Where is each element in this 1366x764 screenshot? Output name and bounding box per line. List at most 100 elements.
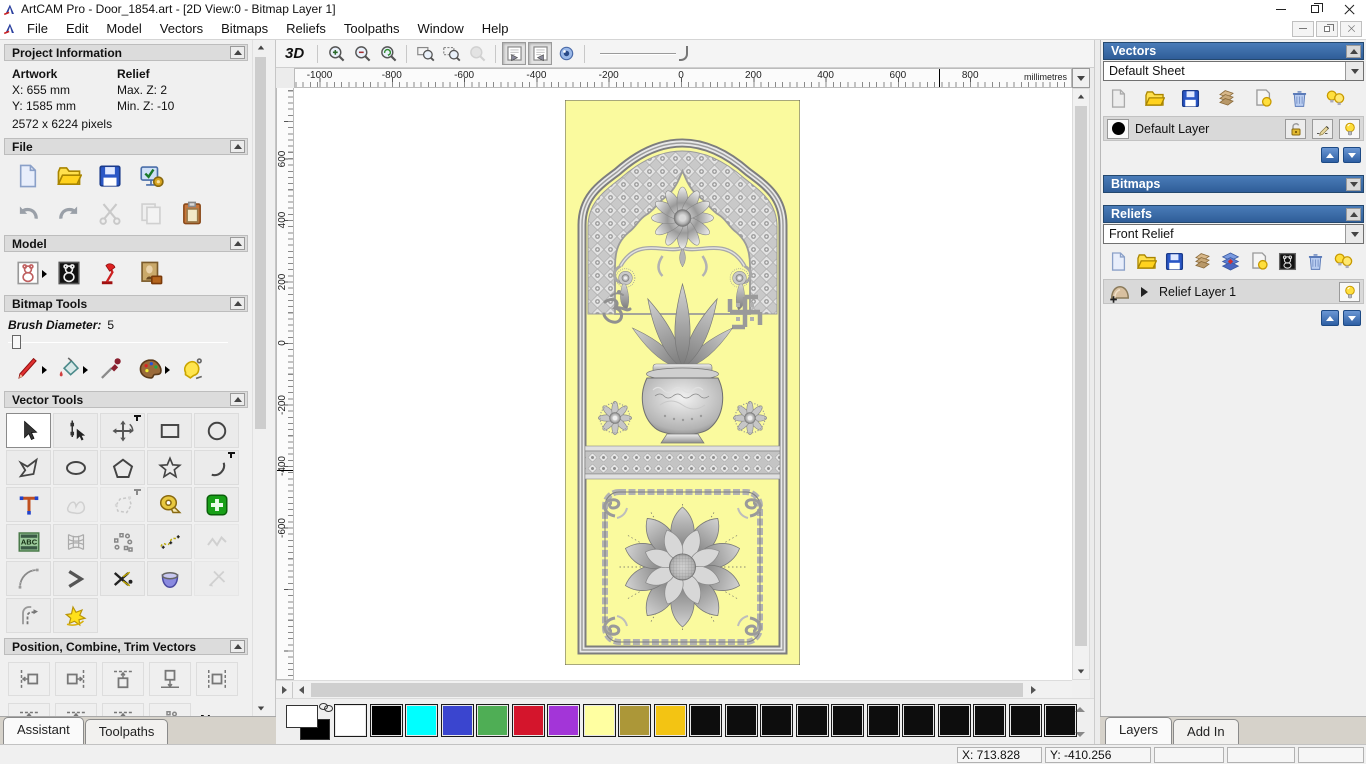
join-vectors-tool[interactable]	[53, 561, 98, 596]
vector-doctor-tool[interactable]	[53, 598, 98, 633]
swatch-blue[interactable]	[440, 704, 474, 737]
contrast-slider[interactable]	[600, 43, 692, 65]
swatch-white[interactable]	[334, 704, 367, 737]
layer-visibility-button[interactable]	[1339, 281, 1360, 302]
align-right-tool[interactable]	[55, 662, 97, 696]
colour-picker-tool[interactable]	[96, 355, 124, 383]
paste-along-curve-tool[interactable]	[147, 524, 192, 559]
brush-diameter-slider[interactable]	[8, 320, 252, 350]
select-vectors-tool[interactable]	[6, 413, 51, 448]
transform-vectors-tool[interactable]	[100, 413, 145, 448]
toggle-bitmap-button[interactable]	[502, 42, 527, 65]
swatch-olive[interactable]	[618, 704, 651, 737]
save-model-icon[interactable]	[96, 162, 124, 190]
mdi-restore-button[interactable]	[1316, 20, 1338, 37]
lock-layer-button[interactable]	[1285, 118, 1306, 139]
pane-splitter-button[interactable]	[276, 681, 293, 698]
collapse-button[interactable]	[230, 46, 245, 59]
scroll-down-button[interactable]	[253, 701, 268, 716]
node-editing-tool[interactable]	[53, 413, 98, 448]
slider-handle[interactable]	[12, 335, 21, 349]
relief-select[interactable]: Front Relief	[1103, 224, 1364, 244]
delete-relief-icon[interactable]	[1304, 249, 1327, 273]
align-centre-tool[interactable]	[196, 662, 238, 696]
swatch-black[interactable]	[369, 704, 403, 737]
preview-blend-button[interactable]	[554, 42, 578, 65]
scroll-left-button[interactable]	[293, 682, 309, 698]
block-copy-tool[interactable]	[100, 524, 145, 559]
palette-tool[interactable]	[137, 355, 170, 383]
menu-item[interactable]: Window	[409, 18, 473, 39]
redo-icon[interactable]	[55, 199, 83, 227]
swatch-cyan[interactable]	[405, 704, 438, 737]
minimize-button[interactable]	[1264, 0, 1298, 18]
tab-layers[interactable]: Layers	[1105, 717, 1173, 744]
collapse-button[interactable]	[230, 237, 245, 250]
paint-tool[interactable]	[14, 355, 47, 383]
collapse-button[interactable]	[230, 140, 245, 153]
swatch-purple[interactable]	[547, 704, 580, 737]
menu-item[interactable]: Bitmaps	[212, 18, 277, 39]
collapse-button[interactable]	[1346, 44, 1361, 58]
align-bottom-tool[interactable]	[149, 662, 191, 696]
create-star-tool[interactable]	[147, 450, 192, 485]
swatch-red[interactable]	[511, 704, 545, 737]
menu-item[interactable]: File	[18, 18, 57, 39]
collapse-button[interactable]	[230, 640, 245, 653]
save-sheet-icon[interactable]	[1179, 86, 1202, 110]
restore-button[interactable]	[1298, 0, 1332, 18]
flood-fill-tool[interactable]	[55, 355, 88, 383]
toggle-vectors-button[interactable]	[528, 42, 553, 65]
menu-item[interactable]: Edit	[57, 18, 97, 39]
move-layer-down-button[interactable]	[1343, 147, 1361, 163]
palette-scroll[interactable]	[1073, 704, 1087, 740]
swatch-black-6[interactable]	[831, 704, 864, 737]
collapse-button[interactable]	[1346, 207, 1361, 221]
mdi-minimize-button[interactable]	[1292, 20, 1314, 37]
delete-sheet-icon[interactable]	[1288, 86, 1311, 110]
menu-item[interactable]: Toolpaths	[335, 18, 409, 39]
all-reliefs-visibility-icon[interactable]	[1332, 249, 1355, 273]
canvas-vertical-scrollbar[interactable]	[1072, 88, 1090, 680]
sheet-select[interactable]: Default Sheet	[1103, 61, 1364, 81]
paste-special-tool[interactable]	[194, 487, 239, 522]
scroll-down-button[interactable]	[1073, 664, 1088, 679]
zoom-objects-button[interactable]	[413, 42, 437, 65]
assistant-scrollbar[interactable]	[252, 40, 267, 716]
text-panel-tool[interactable]	[6, 524, 51, 559]
swatch-black-9[interactable]	[937, 704, 971, 737]
vector-boundary-tool[interactable]	[100, 487, 145, 522]
expand-layer-caret[interactable]	[1141, 286, 1153, 297]
model-setup-icon[interactable]	[137, 162, 165, 190]
palette-scroll-down[interactable]	[1075, 732, 1085, 737]
move-layer-down-button[interactable]	[1343, 310, 1361, 326]
scroll-up-button[interactable]	[1073, 89, 1088, 104]
layer-colour-chip[interactable]	[1107, 118, 1129, 139]
slider-handle[interactable]	[679, 45, 689, 61]
create-polygon-tool[interactable]	[100, 450, 145, 485]
palette-scroll-up[interactable]	[1075, 707, 1085, 712]
inverted-preview-icon[interactable]	[55, 259, 83, 287]
scroll-thumb[interactable]	[255, 57, 266, 429]
greyscale-preview-icon[interactable]	[14, 259, 47, 287]
create-polyline-tool[interactable]	[6, 450, 51, 485]
create-ellipse-tool[interactable]	[53, 450, 98, 485]
cut-vectors-tool[interactable]	[100, 561, 145, 596]
menu-item[interactable]: Model	[97, 18, 150, 39]
tab-toolpaths[interactable]: Toolpaths	[84, 719, 169, 744]
save-relief-icon[interactable]	[1163, 249, 1186, 273]
zoom-selected-button[interactable]	[465, 42, 489, 65]
fit-vectors-tool[interactable]	[194, 524, 239, 559]
new-relief-layer-icon[interactable]	[1107, 249, 1130, 273]
toggle-3d-view-button[interactable]: 3D	[285, 45, 304, 62]
merge-relief-layers-icon[interactable]	[1219, 249, 1242, 273]
menu-item[interactable]: Vectors	[151, 18, 212, 39]
texture-icon[interactable]	[137, 259, 165, 287]
zoom-out-button[interactable]	[350, 42, 374, 65]
scroll-thumb[interactable]	[1075, 106, 1087, 646]
new-model-icon[interactable]	[14, 162, 42, 190]
layer-visibility-button[interactable]	[1339, 118, 1360, 139]
align-top-tool[interactable]	[102, 662, 144, 696]
measure-tool[interactable]	[147, 487, 192, 522]
relief-layer-row[interactable]: Relief Layer 1	[1103, 279, 1364, 304]
